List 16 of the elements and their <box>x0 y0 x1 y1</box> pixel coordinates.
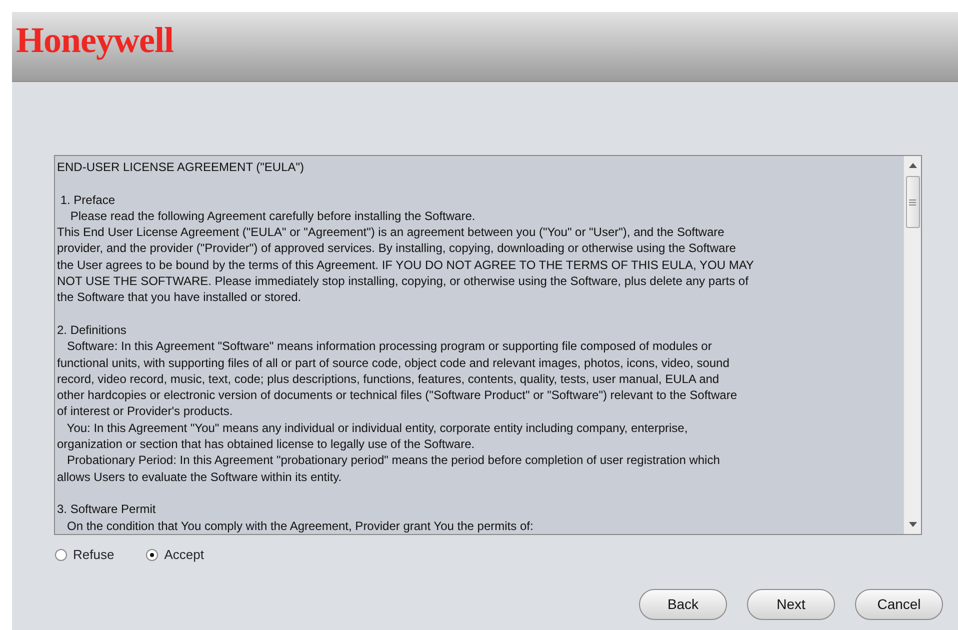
license-paragraph: END-USER LICENSE AGREEMENT ("EULA") <box>57 159 306 176</box>
grip-icon <box>909 198 916 206</box>
radio-button[interactable] <box>55 548 67 561</box>
radio-label[interactable]: Refuse <box>73 545 114 564</box>
honeywell-logo: Honeywell <box>16 20 174 60</box>
radio-button[interactable] <box>146 548 158 561</box>
scroll-up-icon[interactable] <box>908 163 916 168</box>
license-paragraph: 2. Definitions Software: In this Agreement "Software" means information processing program or supporting file composed of modules or functional units, with supporting files of all or part of source code, object code and relevant images, photos, icons, video, sound record, video record, music, text, code; plus descriptions, functions, features, contents, quality, tests, user manual, EULA and other hardcopies or electronic version of documents or technical files ("Software Product" or "Software") relevant to the Software of interest or Provider's products. You: In this Agreement "You" means any individual or individual entity, corporate entity including company, enterprise, organization or section that has obtained license to legally use of the Software. Probationary Period: In this Agreement "probationary period" means the period before completion of user registration which allows Users to evaluate the Software within its entity. <box>57 322 738 485</box>
dialog-button[interactable]: Cancel <box>855 588 943 620</box>
dialog-button[interactable]: Next <box>747 588 835 620</box>
dialog-button[interactable]: Back <box>639 588 727 620</box>
scrollbar-thumb[interactable] <box>906 176 920 228</box>
license-paragraph: 1. Preface Please read the following Agreement carefully before installing the Software. This End User License Agreement ("EULA" or "Agreement") is an agreement between you ("You" or "User"), and the Software provider, and the provider ("Provider") of approved services. By installing, copying, downloading or otherwise using the Software the User agrees to be bound by the terms of this Agreement. IF YOU DO NOT AGREE TO THE TERMS OF THIS EULA, YOU MAY NOT USE THE SOFTWARE. Please immediately stop installing, copying, or otherwise using the Software, plus delete any parts of the Software that you have installed or stored. <box>57 192 755 306</box>
radio-label[interactable]: Accept <box>164 545 204 564</box>
scroll-down-icon[interactable] <box>908 522 916 527</box>
license-paragraph: 3. Software Permit On the condition that You comply with the Agreement, Provider grant You the permits of: <box>57 501 534 534</box>
